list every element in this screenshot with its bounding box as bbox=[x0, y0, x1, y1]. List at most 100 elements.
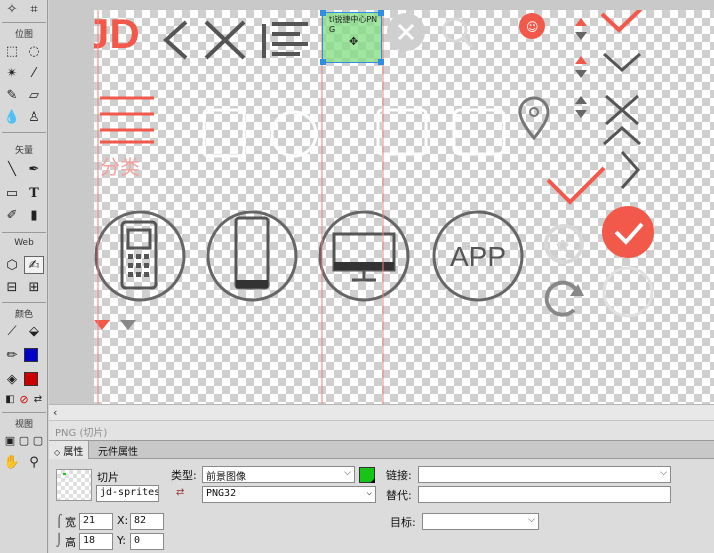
collapse-icon[interactable]: ◇ bbox=[54, 448, 60, 457]
text-icon[interactable]: T bbox=[24, 184, 44, 202]
format-dropdown[interactable]: PNG32 ⌵ bbox=[202, 486, 376, 503]
divider bbox=[2, 232, 46, 233]
crop-icon[interactable]: ⌗ bbox=[24, 0, 44, 18]
app-icon-label: APP bbox=[450, 241, 506, 272]
category-text: 分类 bbox=[100, 155, 140, 179]
magic-wand-icon[interactable]: ✧ bbox=[2, 0, 22, 18]
freeform-icon[interactable]: ✐ bbox=[2, 206, 22, 224]
y-label: Y: bbox=[117, 534, 126, 547]
section-view: 视图 bbox=[14, 420, 33, 430]
chevron-down-icon: ⌵ bbox=[528, 515, 535, 525]
magic-select-icon[interactable]: ✴ bbox=[2, 64, 22, 82]
chevron-down-icon bbox=[603, 52, 641, 73]
svg-text:☺: ☺ bbox=[526, 20, 539, 34]
triangle-red-icon bbox=[94, 320, 110, 330]
x-field[interactable]: 82 bbox=[130, 513, 164, 530]
slice-color-swatch[interactable]: ◢ bbox=[359, 467, 375, 484]
slice-name-label: ti锐捷中心PNG bbox=[329, 15, 378, 34]
height-field[interactable]: 18 bbox=[79, 533, 113, 550]
slice-name-field[interactable]: jd-sprites_ bbox=[96, 485, 159, 502]
properties-panel: ◇ 属性 元件属性 切片 jd-sprites_ 类型: 前景图像 ⌵ ◢ ⇄ … bbox=[49, 440, 714, 553]
jd-logo-text: JD bbox=[94, 10, 140, 57]
hand-icon[interactable]: ✋ bbox=[2, 453, 22, 471]
eraser-icon[interactable]: ▱ bbox=[24, 86, 44, 104]
section-vector: 矢量 bbox=[14, 146, 33, 156]
document-canvas-area[interactable]: JD ☺ 分类 APP ✿ ti锐捷中心PNG ✥ bbox=[49, 0, 714, 404]
chevron-right-icon bbox=[620, 151, 641, 189]
tools-panel: ✧ ⌗ 位图 ⬚ ◌ ✴ ⁄ ✎ ▱ 💧 ♙ 矢量 ╲ ✒ ▭ T ✐ ▮ We… bbox=[0, 0, 48, 553]
eyedropper-icon[interactable]: ⟋ bbox=[2, 322, 22, 340]
alt-label: 替代: bbox=[386, 489, 412, 502]
line-icon[interactable]: ╲ bbox=[2, 160, 22, 178]
check-red-large-icon bbox=[546, 166, 606, 205]
blur-icon[interactable]: 💧 bbox=[2, 108, 22, 126]
swap-colors-icon[interactable]: ⇄ bbox=[28, 390, 48, 408]
type-dropdown[interactable]: 前景图像 ⌵ bbox=[202, 466, 355, 483]
paint-bucket-icon[interactable]: ⬙ bbox=[24, 322, 44, 340]
resize-handle[interactable] bbox=[378, 10, 384, 16]
check-circle-red-icon bbox=[602, 206, 654, 258]
target-dropdown[interactable]: ⌵ bbox=[422, 513, 539, 530]
x-label: X: bbox=[117, 514, 129, 527]
link-field[interactable]: ⌵ bbox=[418, 466, 671, 483]
stroke-color-swatch[interactable] bbox=[24, 348, 38, 362]
tab-symbol-properties[interactable]: 元件属性 bbox=[93, 441, 143, 459]
pencil-icon[interactable]: ✎ bbox=[2, 86, 22, 104]
fullscreen-icon[interactable]: ▢ bbox=[28, 431, 48, 449]
fill-color-swatch[interactable] bbox=[24, 372, 38, 386]
show-slices-icon[interactable]: ⊞ bbox=[24, 278, 44, 296]
stamp-icon[interactable]: ♙ bbox=[24, 108, 44, 126]
brush-icon[interactable]: ⁄ bbox=[24, 64, 44, 82]
width-field[interactable]: 21 bbox=[79, 513, 113, 530]
rectangle-icon[interactable]: ▭ bbox=[2, 184, 22, 202]
resize-handle[interactable] bbox=[378, 59, 384, 65]
alt-field[interactable] bbox=[418, 486, 671, 503]
hide-slices-icon[interactable]: ⊟ bbox=[2, 278, 22, 296]
chevron-down-icon: ⌵ bbox=[366, 488, 372, 498]
selected-slice[interactable]: ti锐捷中心PNG ✥ bbox=[320, 10, 384, 65]
section-colors: 颜色 bbox=[14, 310, 33, 320]
empty-circle-icon bbox=[602, 266, 654, 318]
zoom-icon[interactable]: ⚲ bbox=[24, 453, 44, 471]
chevron-up-icon bbox=[603, 125, 641, 146]
object-type-label: 切片 bbox=[97, 471, 119, 484]
section-web: Web bbox=[14, 238, 34, 248]
sprite-canvas[interactable]: JD ☺ 分类 APP ✿ ti锐捷中心PNG ✥ bbox=[94, 10, 714, 404]
lasso-icon[interactable]: ◌ bbox=[24, 42, 44, 60]
sort-arrows-icon bbox=[575, 18, 587, 118]
link-label: 链接: bbox=[386, 469, 412, 482]
hotspot-icon[interactable]: ⬡ bbox=[2, 256, 22, 274]
fill-bucket-icon[interactable]: ◈ bbox=[2, 370, 22, 388]
move-cursor-icon: ✥ bbox=[349, 35, 359, 48]
refresh-icon bbox=[544, 280, 580, 317]
list-icon bbox=[262, 22, 308, 58]
lock-proportions-icon[interactable]: ⌠ bbox=[56, 514, 62, 528]
y-field[interactable]: 0 bbox=[130, 533, 164, 550]
link-dimensions-icon: ⌡ bbox=[56, 533, 63, 547]
slice-tool-icon[interactable]: ✍ bbox=[24, 256, 44, 274]
divider bbox=[2, 412, 46, 413]
resize-handle[interactable] bbox=[320, 59, 326, 65]
width-label: 宽 bbox=[65, 516, 76, 529]
section-bitmap: 位图 bbox=[14, 30, 33, 40]
slice-thumbnail bbox=[56, 469, 92, 501]
divider bbox=[2, 302, 46, 303]
type-label: 类型: bbox=[171, 469, 197, 482]
divider bbox=[2, 22, 46, 23]
horizontal-scrollbar[interactable]: ‹ bbox=[49, 404, 714, 420]
knife-icon[interactable]: ▮ bbox=[24, 206, 44, 224]
check-red-icon bbox=[600, 10, 643, 33]
tab-properties[interactable]: ◇ 属性 bbox=[49, 441, 90, 459]
scroll-left-icon[interactable]: ‹ bbox=[53, 406, 57, 419]
triangle-gray-icon bbox=[120, 320, 136, 330]
pen-icon[interactable]: ✒ bbox=[24, 160, 44, 178]
export-format-icon: ⇄ bbox=[176, 487, 185, 498]
status-text: PNG (切片) bbox=[55, 428, 108, 439]
category-menu-icon bbox=[100, 96, 154, 144]
stroke-pencil-icon[interactable]: ✏ bbox=[2, 346, 22, 364]
properties-tabs: ◇ 属性 元件属性 bbox=[49, 441, 714, 459]
marquee-icon[interactable]: ⬚ bbox=[2, 42, 22, 60]
status-bar: PNG (切片) bbox=[49, 420, 714, 440]
chevron-down-icon: ⌵ bbox=[660, 468, 667, 478]
resize-handle[interactable] bbox=[320, 10, 326, 16]
